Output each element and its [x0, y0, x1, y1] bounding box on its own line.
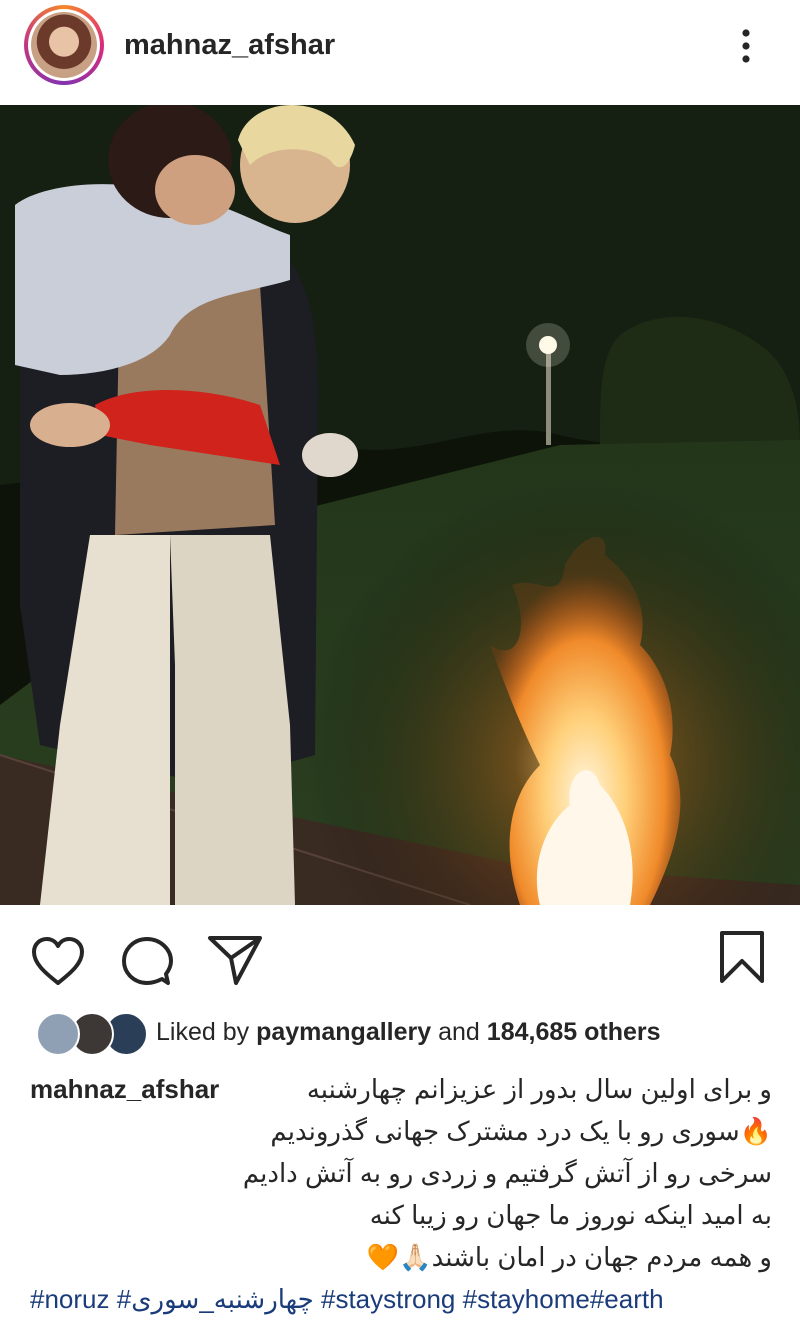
profile-avatar[interactable]: [24, 5, 104, 85]
likes-prefix: Liked by: [156, 1018, 250, 1046]
caption-line: سرخی رو از آتش گرفتیم و زردی رو به آتش د…: [242, 1158, 772, 1188]
hashtag-staystrong[interactable]: #staystrong: [321, 1284, 455, 1314]
action-bar: [0, 905, 800, 1005]
send-icon[interactable]: [206, 933, 264, 987]
hashtag-line: #noruz #چهارشنبه_سوری #staystrong #stayh…: [30, 1278, 772, 1320]
hashtag-noruz[interactable]: #noruz: [30, 1284, 110, 1314]
caption-username[interactable]: mahnaz_afshar: [30, 1068, 219, 1110]
more-vertical-icon[interactable]: [732, 28, 760, 64]
liker-avatars: [36, 1012, 148, 1056]
likes-row[interactable]: Liked by paymangallery and 184,685 other…: [36, 1010, 776, 1056]
post-caption: mahnaz_afshar و برای اولین سال بدور از ع…: [30, 1068, 772, 1320]
bookmark-icon[interactable]: [718, 929, 766, 985]
caption-line: 🔥سوری رو با یک درد مشترک جهانی گذروندیم: [270, 1116, 772, 1146]
caption-line: به امید اینکه نوروز ما جهان رو زیبا کنه: [369, 1200, 772, 1230]
post-username[interactable]: mahnaz_afshar: [124, 29, 335, 62]
heart-icon[interactable]: [30, 935, 86, 987]
likes-middle: and: [438, 1018, 480, 1046]
post-image[interactable]: [0, 105, 800, 905]
caption-line: و برای اولین سال بدور از عزیزانم چهارشنب…: [306, 1074, 772, 1104]
liker-username[interactable]: paymangallery: [256, 1018, 431, 1046]
caption-line: و همه مردم جهان در امان باشند🙏🏻🧡: [366, 1242, 772, 1272]
likes-count[interactable]: 184,685 others: [487, 1018, 661, 1046]
hashtag-stayhome[interactable]: #stayhome: [463, 1284, 590, 1314]
hashtag-chaharshanbe-suri[interactable]: #چهارشنبه_سوری: [117, 1284, 314, 1314]
hashtag-earth[interactable]: #earth: [590, 1284, 664, 1314]
likes-summary: Liked by paymangallery and 184,685 other…: [156, 1018, 661, 1047]
comment-icon[interactable]: [120, 935, 174, 987]
post-header: mahnaz_afshar: [0, 0, 800, 105]
